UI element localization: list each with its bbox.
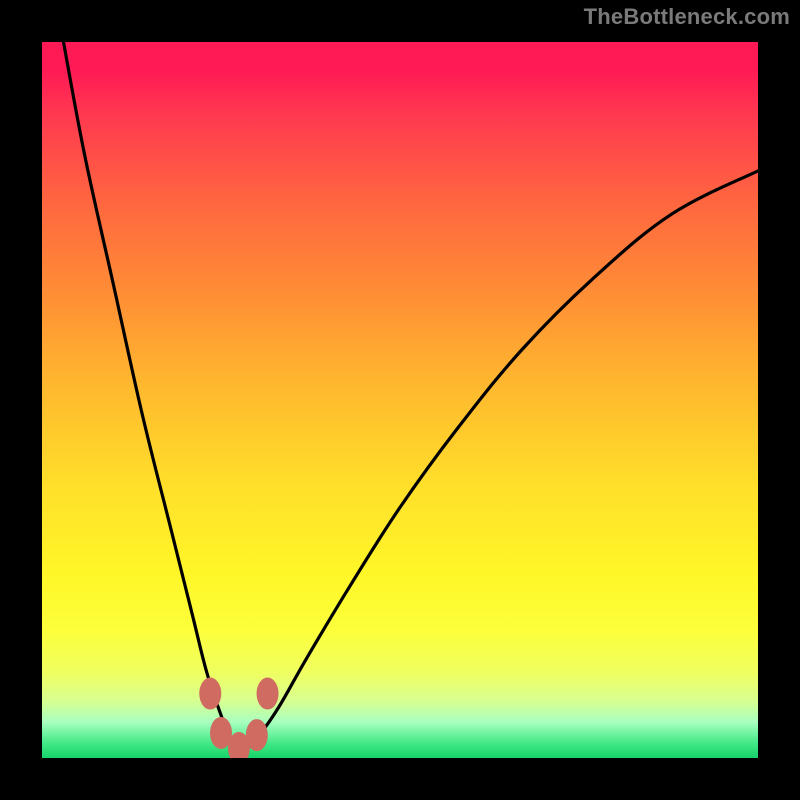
curve-marker <box>199 678 221 710</box>
watermark-text: TheBottleneck.com <box>584 4 790 30</box>
curve-markers-group <box>199 678 278 758</box>
curve-marker <box>257 678 279 710</box>
bottleneck-curve-path <box>63 42 758 749</box>
curve-marker <box>246 719 268 751</box>
chart-frame: TheBottleneck.com <box>0 0 800 800</box>
bottleneck-curve-svg <box>42 42 758 758</box>
plot-area <box>42 42 758 758</box>
